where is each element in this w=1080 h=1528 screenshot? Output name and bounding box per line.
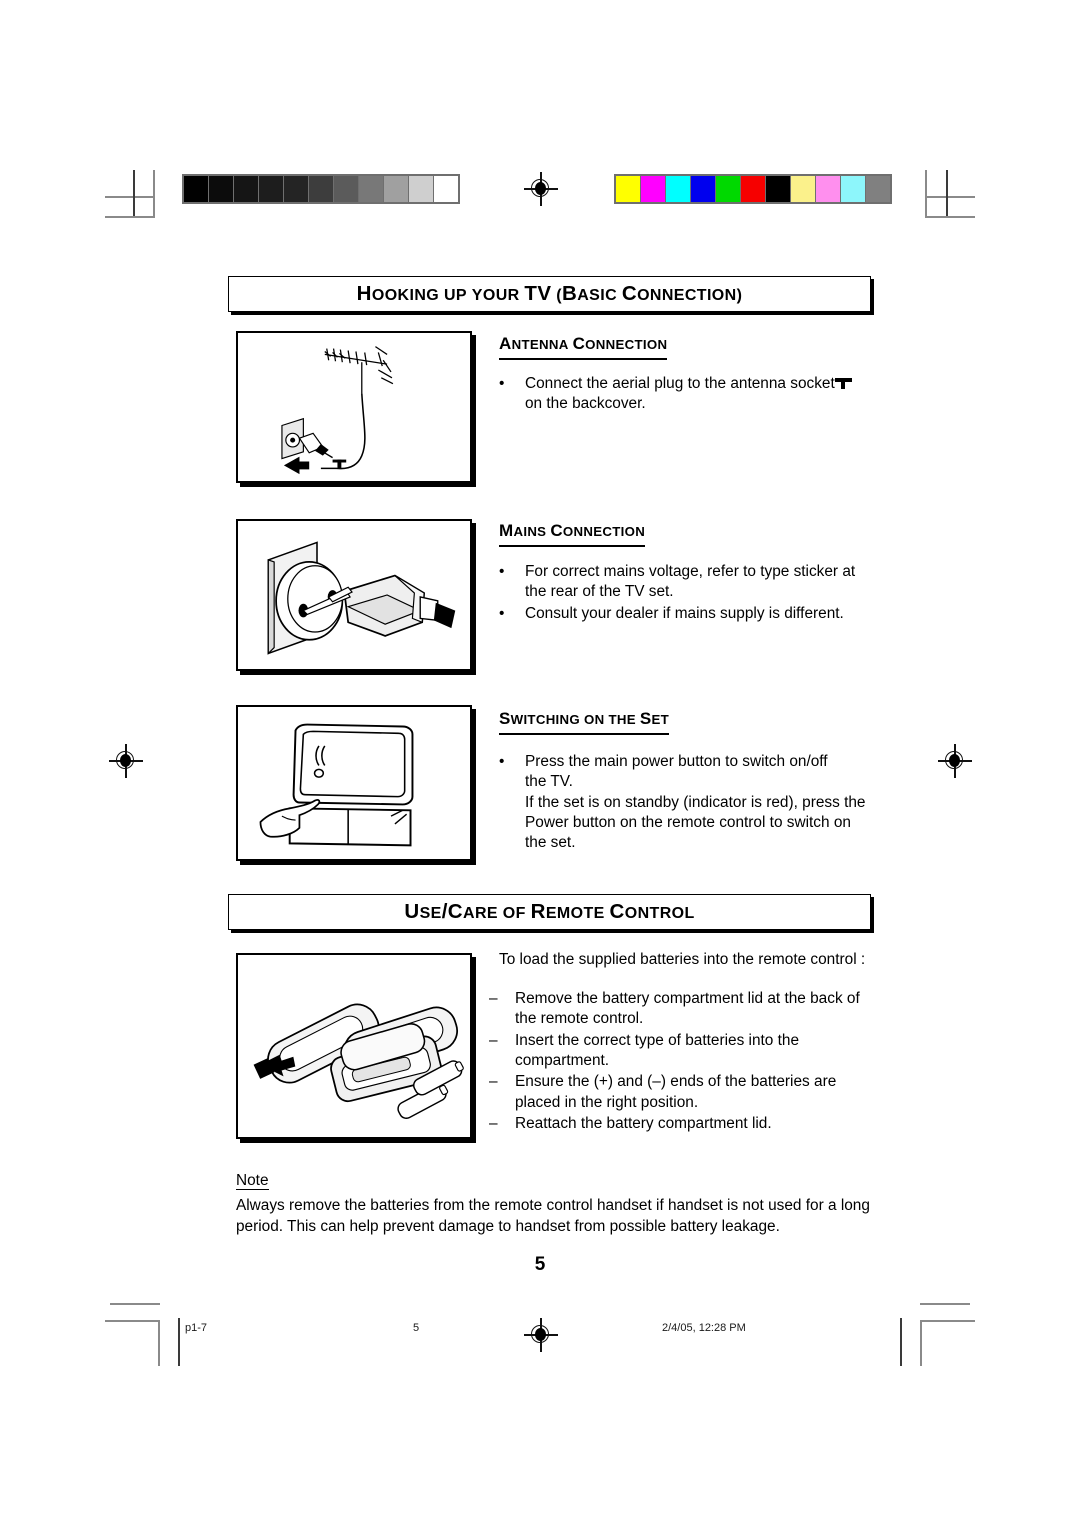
calibration-swatch: [741, 176, 765, 202]
switching-on-the-set-illustration: [236, 705, 472, 861]
subsection-heading-switching-on-the-set-text: Switching on the Set: [499, 709, 670, 728]
mains-connection-body: • For correct mains voltage, refer to ty…: [499, 562, 889, 625]
registration-target-bottom-center: [524, 1318, 558, 1352]
registration-target-left-middle: [109, 744, 143, 778]
list-item: – Reattach the battery compartment lid.: [489, 1114, 889, 1134]
calibration-swatch: [309, 176, 333, 202]
footer-file-label: p1-7: [185, 1322, 208, 1334]
list-item-body: For correct mains voltage, refer to type…: [525, 562, 889, 603]
registration-target-right-middle: [938, 744, 972, 778]
section-banner-hooking-up: Hooking up your TV (Basic Connection): [228, 276, 871, 312]
list-item-text: Connect the aerial plug to the antenna s…: [525, 375, 835, 392]
subsection-heading-antenna-connection-text: Antenna Connection: [499, 334, 668, 353]
bullet-marker: –: [489, 1073, 498, 1091]
calibration-swatch: [434, 176, 458, 202]
list-item-text: Ensure the (+) and (–) ends of the batte…: [515, 1073, 837, 1091]
remote-intro-text: To load the supplied batteries into the …: [499, 950, 894, 970]
grayscale-calibration-bar: [182, 174, 460, 204]
calibration-swatch: [841, 176, 865, 202]
list-item-continuation: on the backcover.: [525, 395, 646, 413]
calibration-swatch: [184, 176, 208, 202]
calibration-swatch: [409, 176, 433, 202]
bullet-marker: –: [489, 1031, 498, 1049]
subsection-heading-switching-on-the-set: Switching on the Set: [499, 709, 670, 735]
list-item-text: Insert the correct type of batteries int…: [515, 1031, 800, 1049]
scanned-manual-page: Hooking up your TV (Basic Connection): [0, 0, 1080, 1528]
calibration-swatch: [641, 176, 665, 202]
list-item-text: Reattach the battery compartment lid.: [515, 1114, 772, 1132]
note-text: Always remove the batteries from the rem…: [236, 1196, 884, 1238]
list-item-body: Insert the correct type of batteries int…: [515, 1031, 889, 1072]
list-item-text: Press the main power button to switch on…: [525, 753, 828, 770]
list-item-text: For correct mains voltage, refer to type…: [525, 563, 856, 580]
list-item-text: Remove the battery compartment lid at th…: [515, 990, 860, 1007]
calibration-swatch: [384, 176, 408, 202]
list-item: • Consult your dealer if mains supply is…: [499, 604, 889, 624]
bullet-marker: •: [499, 753, 505, 770]
footer-page-label: 5: [413, 1322, 420, 1334]
bullet-marker: –: [489, 1114, 498, 1132]
subsection-heading-antenna-connection: Antenna Connection: [499, 334, 668, 360]
calibration-swatch: [716, 176, 740, 202]
calibration-swatch: [209, 176, 233, 202]
bullet-marker: •: [499, 375, 505, 392]
list-item: • For correct mains voltage, refer to ty…: [499, 562, 889, 603]
list-item-body: Remove the battery compartment lid at th…: [515, 989, 889, 1030]
list-item-text: Consult your dealer if mains supply is d…: [525, 604, 844, 622]
calibration-swatch: [234, 176, 258, 202]
calibration-swatch: [816, 176, 840, 202]
mains-connection-illustration: [236, 519, 472, 671]
list-item-continuation: the TV.: [525, 773, 573, 791]
list-item-extra-line: If the set is on standby (indicator is r…: [525, 793, 866, 811]
switching-on-the-set-body: • Press the main power button to switch …: [499, 752, 894, 855]
remote-control-battery-illustration: [236, 953, 472, 1139]
list-item-extra-line: Power button on the remote control to sw…: [525, 813, 851, 831]
remote-intro-line: To load the supplied batteries into the …: [499, 951, 866, 968]
list-item-continuation: placed in the right position.: [515, 1093, 699, 1111]
section-banner-title-use-care-remote: Use/Care of Remote Control: [404, 900, 695, 923]
note-label: Note: [236, 1172, 269, 1191]
calibration-swatch: [359, 176, 383, 202]
antenna-connection-illustration: [236, 331, 472, 483]
calibration-swatch: [866, 176, 890, 202]
note-line: Always remove the batteries from the rem…: [236, 1197, 870, 1214]
list-item: – Remove the battery compartment lid at …: [489, 989, 889, 1030]
list-item-body: Reattach the battery compartment lid.: [515, 1114, 889, 1134]
calibration-swatch: [666, 176, 690, 202]
list-item-extra-line: the set.: [525, 834, 576, 852]
list-item: • Press the main power button to switch …: [499, 752, 894, 854]
page-number: 5: [534, 1254, 546, 1275]
calibration-swatch: [766, 176, 790, 202]
calibration-swatch: [284, 176, 308, 202]
list-item-continuation: the rear of the TV set.: [525, 583, 674, 601]
remote-battery-steps: – Remove the battery compartment lid at …: [489, 989, 889, 1135]
list-item-continuation: compartment.: [515, 1051, 610, 1069]
list-item: – Ensure the (+) and (–) ends of the bat…: [489, 1072, 889, 1113]
calibration-swatch: [259, 176, 283, 202]
subsection-heading-mains-connection: Mains Connection: [499, 521, 646, 547]
section-banner-use-care-remote: Use/Care of Remote Control: [228, 894, 871, 930]
calibration-swatch: [791, 176, 815, 202]
list-item: – Insert the correct type of batteries i…: [489, 1031, 889, 1072]
bullet-marker: •: [499, 604, 505, 622]
bullet-marker: –: [489, 990, 498, 1007]
subsection-heading-mains-connection-text: Mains Connection: [499, 521, 646, 540]
calibration-swatch: [334, 176, 358, 202]
footer-timestamp: 2/4/05, 12:28 PM: [662, 1322, 746, 1334]
calibration-swatch: [691, 176, 715, 202]
list-item-body: Ensure the (+) and (–) ends of the batte…: [515, 1072, 889, 1113]
color-calibration-bar: [614, 174, 892, 204]
list-item-body: Press the main power button to switch on…: [525, 752, 894, 854]
list-item-continuation: the remote control.: [515, 1010, 644, 1028]
registration-target-top-center: [524, 172, 558, 206]
calibration-swatch: [616, 176, 640, 202]
antenna-connection-body: • Connect the aerial plug to the antenna…: [499, 374, 889, 416]
section-banner-title-hooking-up: Hooking up your TV (Basic Connection): [356, 282, 743, 305]
note-line: period. This can help prevent damage to …: [236, 1217, 780, 1235]
list-item: • Connect the aerial plug to the antenna…: [499, 374, 889, 415]
list-item-body: Connect the aerial plug to the antenna s…: [525, 374, 889, 415]
antenna-socket-icon: [834, 377, 852, 389]
bullet-marker: •: [499, 563, 505, 580]
list-item-body: Consult your dealer if mains supply is d…: [525, 604, 889, 624]
